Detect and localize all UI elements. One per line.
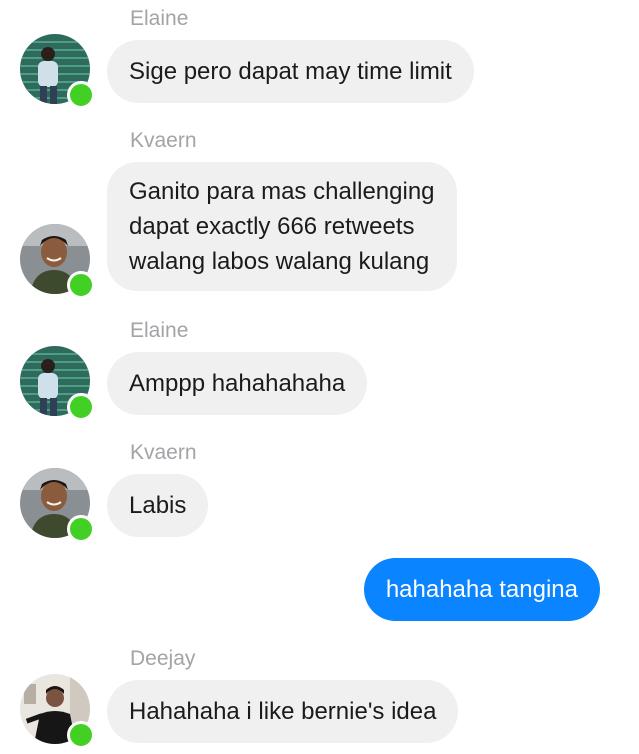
avatar-elaine[interactable] — [20, 346, 95, 421]
message-text: Amppp hahahahaha — [129, 370, 346, 397]
message-bubble[interactable]: Hahahaha i like bernie's idea — [107, 680, 459, 743]
sender-name: Kvaern — [130, 441, 197, 464]
sender-name: Elaine — [130, 319, 189, 342]
avatar-elaine[interactable] — [20, 34, 95, 109]
online-status-dot — [67, 721, 95, 749]
sender-name: Deejay — [130, 647, 196, 670]
message-text: hahahaha tangina — [385, 576, 578, 603]
message-text: Sige pero dapat may time limit — [129, 58, 452, 85]
message-text: Hahahaha i like bernie's idea — [129, 698, 437, 725]
message-bubble[interactable]: Labis — [107, 474, 209, 537]
message-text-line: Ganito para mas challenging — [129, 178, 435, 205]
message-thread: Elaine Sige pero dapat may time limit Kv… — [0, 0, 639, 754]
message-bubble[interactable]: Sige pero dapat may time limit — [107, 40, 474, 103]
message-bubble[interactable]: Amppp hahahahaha — [107, 352, 368, 415]
sender-name: Elaine — [130, 7, 189, 30]
online-status-dot — [67, 515, 95, 543]
avatar-kvaern[interactable] — [20, 224, 95, 299]
outgoing-message-bubble[interactable]: hahahaha tangina — [363, 558, 600, 621]
online-status-dot — [67, 81, 95, 109]
message-text-line: dapat exactly 666 retweets — [129, 213, 415, 240]
message-text: Labis — [129, 492, 187, 519]
message-text-line: walang labos walang kulang — [129, 248, 430, 275]
avatar-kvaern[interactable] — [20, 468, 95, 543]
message-bubble[interactable]: Ganito para mas challenging dapat exactl… — [107, 162, 457, 291]
online-status-dot — [67, 271, 95, 299]
avatar-deejay[interactable] — [20, 674, 95, 749]
sender-name: Kvaern — [130, 129, 197, 152]
online-status-dot — [67, 393, 95, 421]
